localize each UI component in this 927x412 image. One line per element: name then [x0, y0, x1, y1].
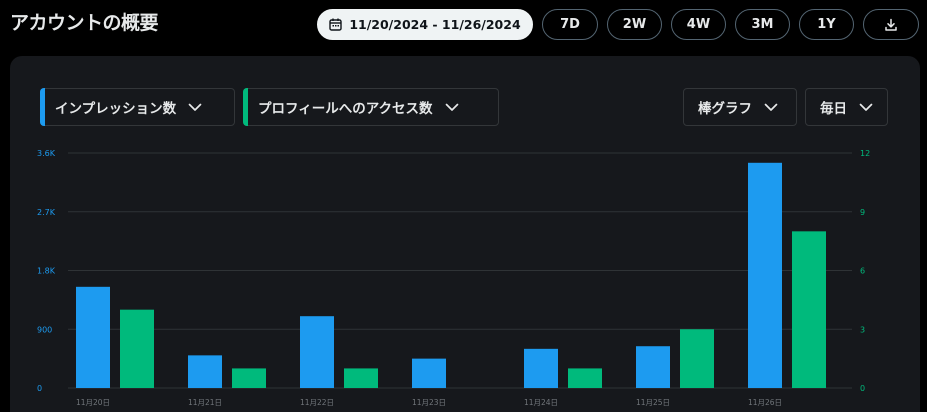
impressions-bar	[636, 346, 670, 388]
impressions-bar	[188, 355, 222, 388]
calendar-icon	[329, 18, 343, 31]
range-3m-button[interactable]: 3M	[735, 9, 790, 40]
range-7d-button[interactable]: 7D	[542, 9, 598, 40]
x-axis-tick-label: 11月24日	[524, 398, 558, 407]
bar-chart: 0 900 1.8K 2.7K 3.6K 0 3 6 9 12 11月20日 11月21日 11月22日…	[37, 149, 870, 407]
profile-visits-bar	[568, 368, 602, 388]
x-axis-tick-label: 11月22日	[300, 398, 334, 407]
download-icon	[884, 18, 898, 32]
profile-visits-bar	[792, 231, 826, 388]
date-range-button[interactable]: 11/20/2024 - 11/26/2024	[317, 9, 533, 40]
right-axis-tick-label: 6	[860, 267, 865, 276]
download-button[interactable]	[863, 9, 919, 40]
range-1y-button[interactable]: 1Y	[799, 9, 854, 40]
left-axis-tick-label: 2.7K	[37, 208, 56, 217]
date-range-toolbar: 11/20/2024 - 11/26/2024 7D 2W 4W 3M 1Y	[317, 9, 919, 40]
right-axis-tick-label: 0	[860, 384, 865, 393]
left-axis-tick-label: 1.8K	[37, 267, 56, 276]
right-axis-tick-label: 9	[860, 208, 865, 217]
impressions-bar	[300, 316, 334, 388]
profile-visits-bar	[680, 329, 714, 388]
left-axis-tick-label: 3.6K	[37, 149, 56, 158]
range-2w-button[interactable]: 2W	[607, 9, 662, 40]
chart-panel: インプレッション数 プロフィールへのアクセス数 棒グラフ 毎日 0 900 1.8K…	[10, 56, 920, 412]
impressions-bar	[76, 286, 110, 388]
left-axis-tick-label: 900	[37, 325, 52, 334]
impressions-bar	[412, 358, 446, 388]
range-4w-button[interactable]: 4W	[671, 9, 726, 40]
right-axis-tick-label: 12	[860, 149, 870, 158]
impressions-bar	[748, 162, 782, 388]
x-axis-tick-label: 11月23日	[412, 398, 446, 407]
x-axis-tick-label: 11月25日	[636, 398, 670, 407]
right-axis-tick-label: 3	[860, 325, 865, 334]
profile-visits-bar	[232, 368, 266, 388]
profile-visits-bar	[344, 368, 378, 388]
profile-visits-bar	[120, 309, 154, 388]
left-axis-tick-label: 0	[37, 384, 42, 393]
date-range-label: 11/20/2024 - 11/26/2024	[349, 17, 521, 32]
x-axis-tick-label: 11月21日	[188, 398, 222, 407]
x-axis-tick-label: 11月20日	[76, 398, 110, 407]
x-axis-tick-label: 11月26日	[748, 398, 782, 407]
impressions-bar	[524, 348, 558, 388]
page-title: アカウントの概要	[10, 12, 159, 34]
